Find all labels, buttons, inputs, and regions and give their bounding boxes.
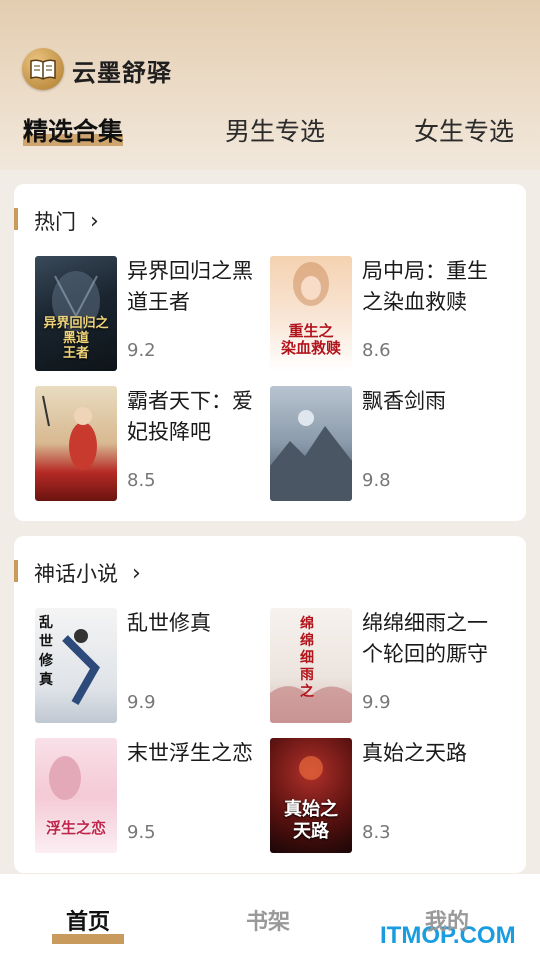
open-book-icon bbox=[22, 48, 64, 90]
nav-bookshelf[interactable]: 书架 bbox=[246, 904, 290, 936]
book-title: 飘香剑雨 bbox=[362, 389, 446, 413]
book-title: 绵绵细雨之一个轮回的厮守 bbox=[362, 611, 488, 666]
section-title: 热门 bbox=[34, 210, 76, 234]
tab-featured[interactable]: 精选合集 bbox=[23, 112, 124, 148]
book-title: 末世浮生之恋 bbox=[127, 741, 253, 765]
section-title: 神话小说 bbox=[34, 562, 118, 586]
book-title: 乱世修真 bbox=[127, 611, 211, 635]
tab-label: 精选合集 bbox=[23, 117, 124, 146]
tab-female[interactable]: 女生专选 bbox=[414, 112, 514, 148]
book-score: 9.5 bbox=[127, 822, 156, 843]
book-score: 8.6 bbox=[362, 340, 391, 361]
book-item[interactable]: 重生之 染血救赎 局中局：重生之染血救赎 8.6 bbox=[270, 256, 506, 372]
book-score: 9.2 bbox=[127, 340, 156, 361]
book-score: 9.8 bbox=[362, 470, 391, 491]
book-item[interactable]: 霸者天下：爱妃投降吧 8.5 bbox=[35, 386, 271, 502]
book-cover: 重生之 染血救赎 bbox=[270, 256, 352, 371]
book-item[interactable]: 飘香剑雨 9.8 bbox=[270, 386, 506, 502]
book-title: 真始之天路 bbox=[362, 741, 467, 765]
book-cover bbox=[35, 386, 117, 501]
book-cover bbox=[270, 386, 352, 501]
book-item[interactable]: 真始之 天路 真始之天路 8.3 bbox=[270, 738, 506, 854]
book-title: 异界回归之黑道王者 bbox=[127, 259, 253, 314]
book-cover: 真始之 天路 bbox=[270, 738, 352, 853]
section-card-hot: 热门 › 异界回归之 黑道 王者 异界回归之黑道王者 9.2 重生之 染血救赎 局中局… bbox=[14, 184, 526, 521]
book-cover: 浮生之恋 bbox=[35, 738, 117, 853]
book-score: 9.9 bbox=[127, 692, 156, 713]
book-item[interactable]: 乱世修真 乱世修真 9.9 bbox=[35, 608, 271, 724]
book-cover: 异界回归之 黑道 王者 bbox=[35, 256, 117, 371]
book-score: 8.5 bbox=[127, 470, 156, 491]
book-score: 8.3 bbox=[362, 822, 391, 843]
nav-home[interactable]: 首页 bbox=[52, 904, 125, 944]
tab-male[interactable]: 男生专选 bbox=[225, 112, 325, 148]
active-nav-underline bbox=[52, 934, 125, 944]
section-card-myth: 神话小说 › 乱世修真 乱世修真 9.9 绵绵细雨之 绵绵细雨之一个轮回的厮守 … bbox=[14, 536, 526, 873]
chevron-right-icon: › bbox=[132, 561, 141, 586]
nav-profile[interactable]: 我的 bbox=[425, 904, 469, 936]
book-cover: 绵绵细雨之 bbox=[270, 608, 352, 723]
book-title: 局中局：重生之染血救赎 bbox=[362, 259, 488, 314]
book-cover: 乱世修真 bbox=[35, 608, 117, 723]
chevron-right-icon: › bbox=[90, 209, 99, 234]
book-item[interactable]: 绵绵细雨之 绵绵细雨之一个轮回的厮守 9.9 bbox=[270, 608, 506, 724]
nav-label: 我的 bbox=[425, 910, 470, 935]
app-title: 云墨舒驿 bbox=[72, 59, 172, 87]
category-tabs: 精选合集 男生专选 女生专选 bbox=[0, 112, 540, 162]
book-item[interactable]: 浮生之恋 末世浮生之恋 9.5 bbox=[35, 738, 271, 854]
tab-label: 男生专选 bbox=[225, 117, 326, 146]
section-accent-bar bbox=[14, 208, 18, 230]
section-accent-bar bbox=[14, 560, 18, 582]
book-title: 霸者天下：爱妃投降吧 bbox=[127, 389, 253, 444]
nav-label: 首页 bbox=[66, 910, 111, 935]
tab-label: 女生专选 bbox=[414, 117, 515, 146]
app-header: 云墨舒驿 精选合集 男生专选 女生专选 bbox=[0, 0, 540, 170]
book-item[interactable]: 异界回归之 黑道 王者 异界回归之黑道王者 9.2 bbox=[35, 256, 271, 372]
book-score: 9.9 bbox=[362, 692, 391, 713]
nav-label: 书架 bbox=[246, 910, 291, 935]
